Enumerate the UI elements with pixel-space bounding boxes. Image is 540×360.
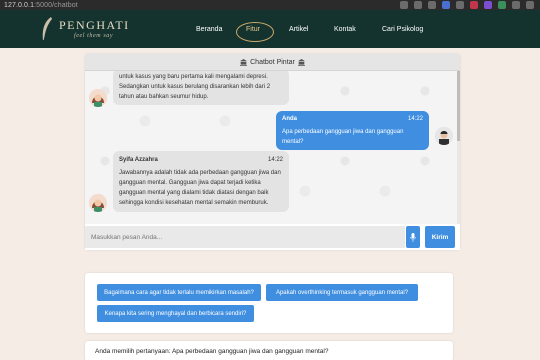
browser-extension-icons bbox=[400, 1, 534, 9]
site-navbar: PENGHATI feel them say Beranda Fitur Art… bbox=[0, 10, 540, 48]
suggestion-button[interactable]: Kenapa kita sering menghayal dan berbica… bbox=[97, 305, 254, 322]
microphone-icon bbox=[410, 232, 416, 242]
extension-icon[interactable] bbox=[484, 1, 492, 9]
zoom-icon[interactable] bbox=[400, 1, 408, 9]
bot-avatar bbox=[89, 194, 107, 212]
bank-icon bbox=[297, 58, 305, 66]
message-sender: Syifa Azzahra bbox=[119, 157, 158, 163]
browser-toolbar: 127.0.0.1:5000/chatbot bbox=[0, 0, 540, 10]
logo-title: PENGHATI bbox=[59, 18, 130, 32]
suggested-questions: Bagaimana cara agar tidak terlalu memiki… bbox=[85, 273, 453, 333]
message-text: Apa perbedaan gangguan jiwa dan gangguan… bbox=[282, 129, 404, 145]
extension-icon[interactable] bbox=[456, 1, 464, 9]
bot-message: untuk kasus yang baru pertama kali menga… bbox=[113, 71, 289, 105]
split-screen-icon[interactable] bbox=[512, 1, 520, 9]
site-logo[interactable]: PENGHATI feel them say bbox=[40, 14, 130, 44]
read-aloud-icon[interactable] bbox=[414, 1, 422, 9]
selected-question-text: Anda memilih pertanyaan: Apa perbedaan g… bbox=[95, 348, 329, 355]
nav-beranda[interactable]: Beranda bbox=[196, 26, 222, 33]
chat-input-row: Kirim bbox=[85, 224, 460, 250]
man-avatar-icon bbox=[435, 127, 453, 145]
nav-fitur[interactable]: Fitur bbox=[246, 26, 260, 33]
bot-message: Syifa Azzahra 14:22 Jawabannya adalah ti… bbox=[113, 151, 289, 212]
message-time: 14:22 bbox=[267, 157, 283, 163]
favorites-icon[interactable] bbox=[526, 1, 534, 9]
favorite-star-icon[interactable] bbox=[428, 1, 436, 9]
chat-messages[interactable]: untuk kasus yang baru pertama kali menga… bbox=[85, 71, 460, 224]
address-bar[interactable]: 127.0.0.1:5000/chatbot bbox=[4, 2, 78, 9]
suggestion-button[interactable]: Apakah overthinking termasuk gangguan me… bbox=[266, 284, 418, 301]
nav-cari-psikolog[interactable]: Cari Psikolog bbox=[382, 26, 423, 33]
extension-icon[interactable] bbox=[442, 1, 450, 9]
chat-header: Chatbot Pintar bbox=[85, 54, 460, 71]
chat-title: Chatbot Pintar bbox=[250, 58, 295, 66]
message-sender: Anda bbox=[282, 116, 297, 122]
suggestion-button[interactable]: Bagaimana cara agar tidak terlalu memiki… bbox=[97, 284, 261, 301]
message-input[interactable] bbox=[85, 226, 405, 248]
url-host: 127.0.0.1 bbox=[4, 1, 35, 9]
user-avatar bbox=[435, 127, 453, 145]
bank-icon bbox=[240, 58, 248, 66]
voice-input-button[interactable] bbox=[406, 226, 420, 248]
extension-icon[interactable] bbox=[498, 1, 506, 9]
nav-artikel[interactable]: Artikel bbox=[289, 26, 308, 33]
logo-tagline: feel them say bbox=[74, 33, 114, 39]
send-button[interactable]: Kirim bbox=[425, 226, 455, 248]
selected-question-panel: Anda memilih pertanyaan: Apa perbedaan g… bbox=[85, 341, 453, 360]
url-path: :5000/chatbot bbox=[34, 1, 78, 9]
feather-pen-icon bbox=[42, 17, 52, 41]
chat-scrollbar[interactable] bbox=[457, 71, 460, 224]
bot-avatar bbox=[89, 89, 107, 107]
message-time: 14:22 bbox=[407, 116, 423, 122]
woman-avatar-icon bbox=[89, 89, 107, 107]
message-text: untuk kasus yang baru pertama kali menga… bbox=[119, 74, 271, 100]
scrollbar-thumb[interactable] bbox=[457, 71, 460, 141]
chatbot-panel: Chatbot Pintar untuk kasus yang baru per… bbox=[85, 54, 460, 250]
nav-kontak[interactable]: Kontak bbox=[334, 26, 356, 33]
woman-avatar-icon bbox=[89, 194, 107, 212]
user-message: Anda 14:22 Apa perbedaan gangguan jiwa d… bbox=[276, 111, 429, 150]
extension-icon[interactable] bbox=[470, 1, 478, 9]
message-text: Jawabannya adalah tidak ada perbedaan ga… bbox=[119, 170, 281, 206]
